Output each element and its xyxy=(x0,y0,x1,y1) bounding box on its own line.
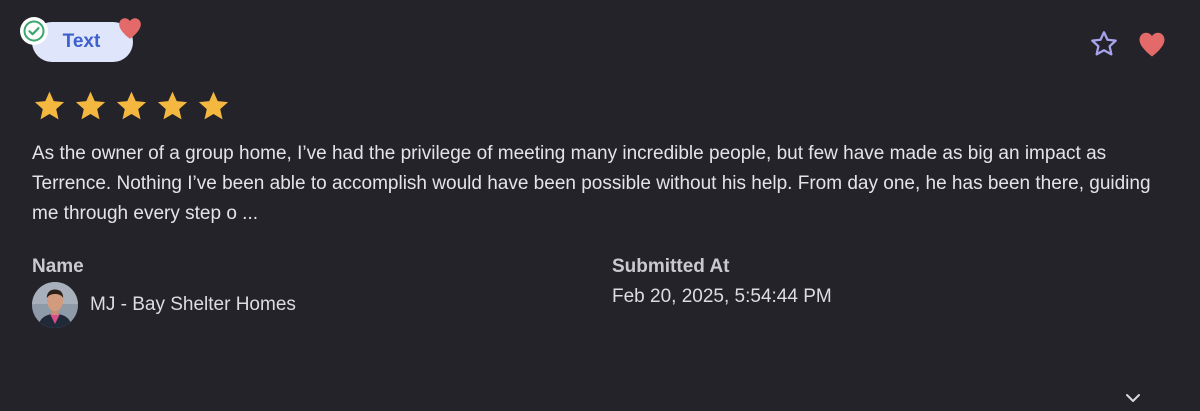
submitted-at-label: Submitted At xyxy=(612,256,730,277)
review-actions xyxy=(1088,28,1168,60)
check-circle-icon xyxy=(20,17,48,45)
review-text: As the owner of a group home, I’ve had t… xyxy=(32,143,1151,224)
heart-icon[interactable] xyxy=(1136,28,1168,60)
star-icon xyxy=(75,91,106,120)
chevron-down-icon[interactable] xyxy=(1122,390,1144,406)
star-icon xyxy=(34,91,65,120)
rating-stars xyxy=(32,89,231,124)
author-name: MJ - Bay Shelter Homes xyxy=(90,294,296,315)
review-card: Text As the owner of a group home, I’ve … xyxy=(0,0,1200,411)
review-type-label: Text xyxy=(62,31,101,52)
heart-icon xyxy=(117,16,143,40)
author: MJ - Bay Shelter Homes xyxy=(32,282,296,328)
star-icon xyxy=(157,91,188,120)
avatar xyxy=(32,282,78,328)
name-label: Name xyxy=(32,256,84,277)
star-icon xyxy=(198,91,229,120)
star-icon xyxy=(116,91,147,120)
submitted-at-value: Feb 20, 2025, 5:54:44 PM xyxy=(612,286,832,307)
star-outline-icon[interactable] xyxy=(1088,28,1120,60)
